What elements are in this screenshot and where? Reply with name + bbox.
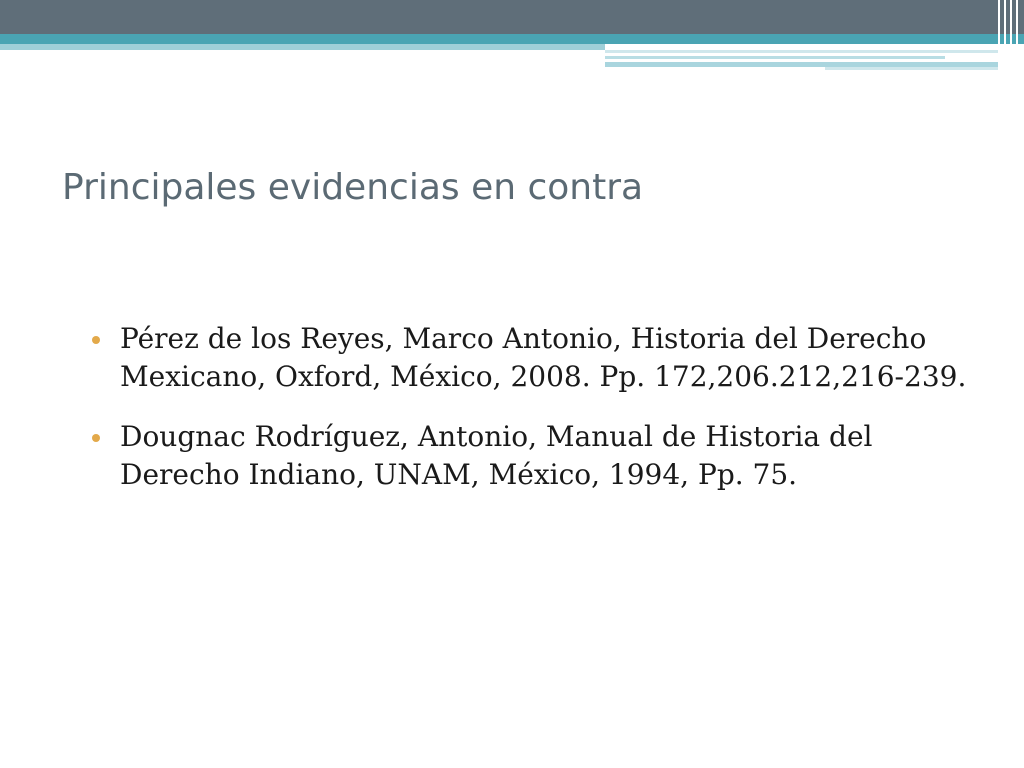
bullet-list: Pérez de los Reyes, Marco Antonio, Histo…: [92, 320, 972, 516]
header-accent-line: [605, 50, 1000, 53]
bullet-dot-icon: [92, 336, 100, 344]
bullet-item: Pérez de los Reyes, Marco Antonio, Histo…: [92, 320, 972, 396]
header-band-dark: [0, 0, 1024, 34]
bullet-text: Dougnac Rodríguez, Antonio, Manual de Hi…: [120, 420, 873, 491]
bullet-dot-icon: [92, 434, 100, 442]
bullet-text: Pérez de los Reyes, Marco Antonio, Histo…: [120, 322, 967, 393]
header-band-teal: [0, 34, 1024, 44]
slide: Principales evidencias en contra Pérez d…: [0, 0, 1024, 768]
header-accent-line: [605, 56, 945, 59]
header-accent-line: [825, 67, 1000, 70]
header-band-teal-light: [0, 44, 605, 50]
slide-title: Principales evidencias en contra: [62, 167, 644, 208]
bullet-item: Dougnac Rodríguez, Antonio, Manual de Hi…: [92, 418, 972, 494]
header-corner-stripes: [994, 0, 1024, 70]
